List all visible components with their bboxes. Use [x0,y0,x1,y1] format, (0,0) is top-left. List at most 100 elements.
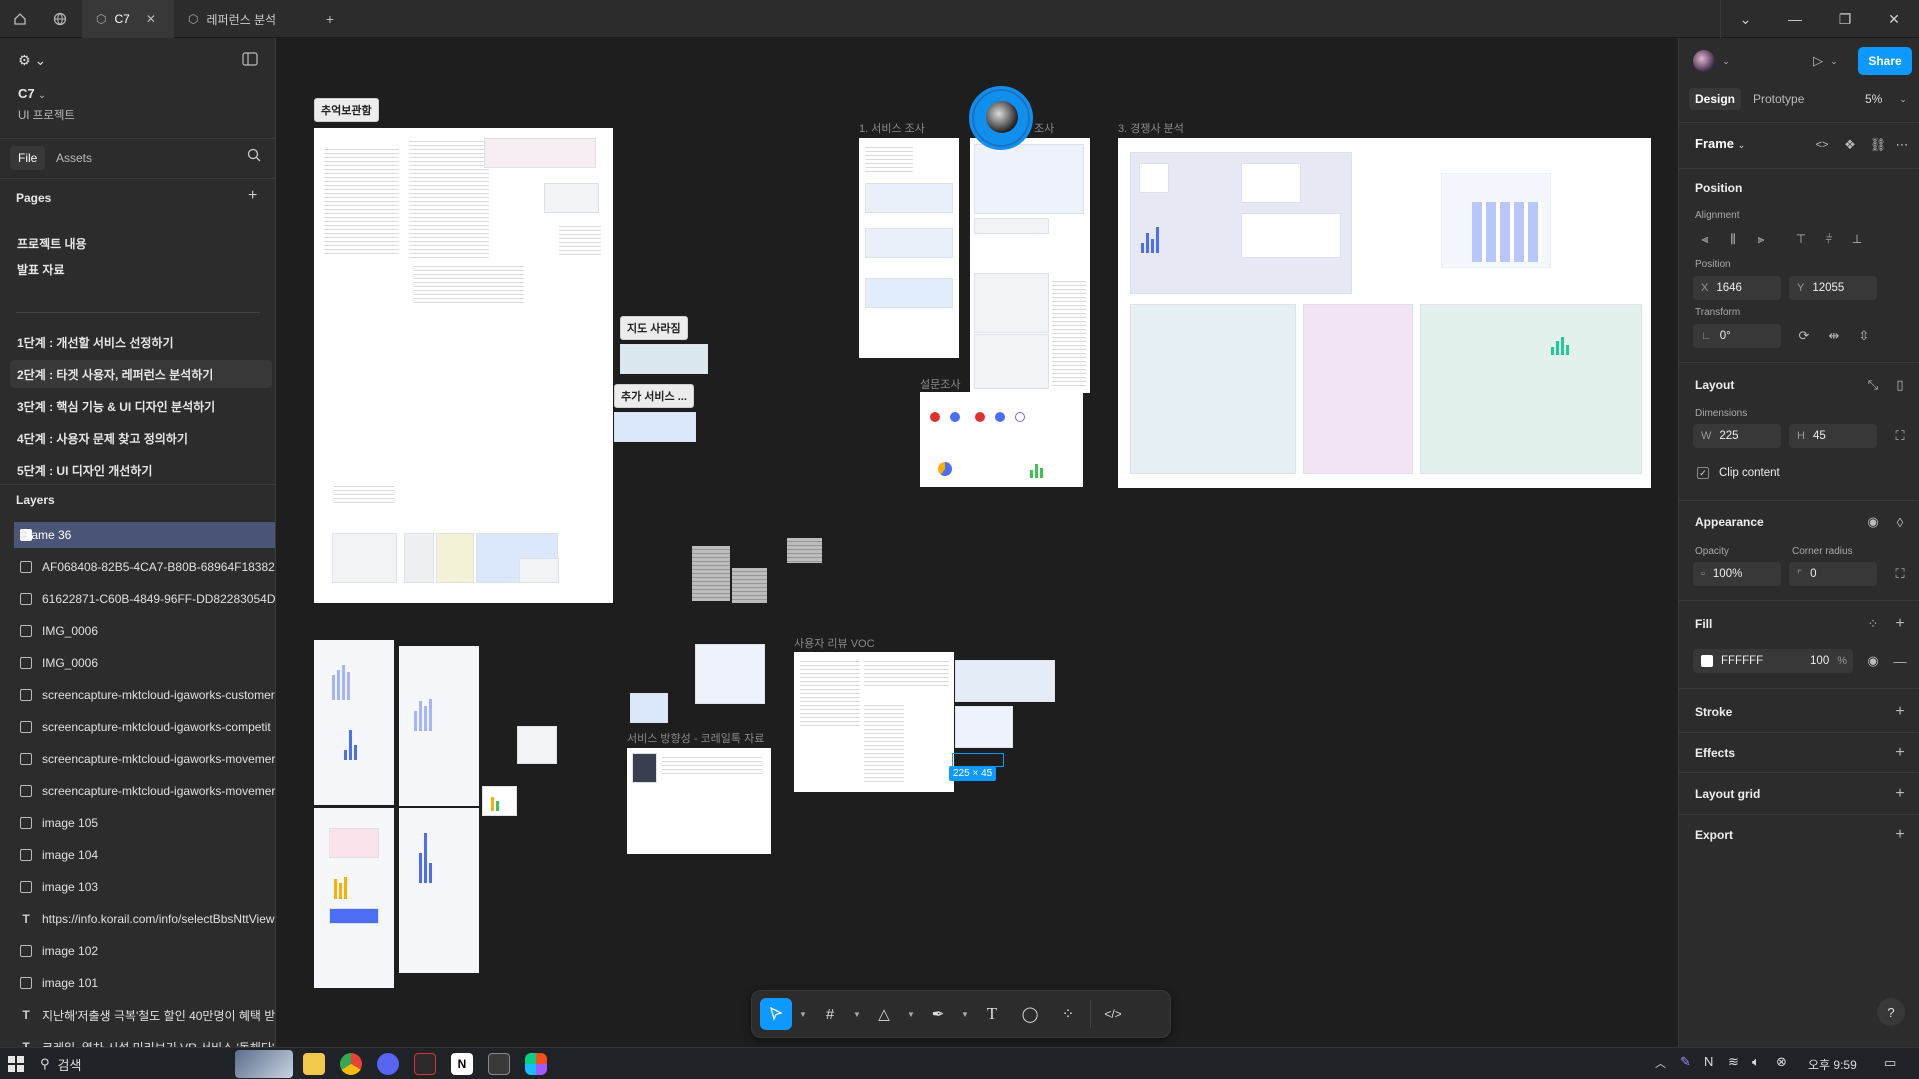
notion-tray-icon[interactable]: N [1704,1054,1713,1069]
collaborator-avatar[interactable] [969,86,1033,150]
wifi-icon[interactable]: ≋ [1728,1054,1739,1070]
layout-options-icon[interactable]: ▯ [1891,376,1909,394]
corner-radius-input[interactable]: ⌜ 0 [1789,562,1877,586]
independent-corners-icon[interactable]: ⛶ [1891,565,1909,583]
share-button[interactable]: Share [1858,47,1912,75]
tab-c7[interactable]: ⬡ C7 ✕ [82,0,174,38]
chart-frame[interactable] [399,808,479,973]
user-review-frame[interactable] [794,652,954,792]
research-frame-2[interactable] [970,138,1090,393]
home-icon[interactable] [10,9,30,29]
tab-assets[interactable]: Assets [56,151,92,165]
rotation-input[interactable]: ∟ 0° [1693,324,1781,348]
clip-content-checkbox[interactable]: ✓ [1697,467,1709,479]
competitor-frame[interactable] [1118,138,1651,488]
move-tool-icon[interactable] [760,998,792,1030]
sticker-memory[interactable]: 추억보관함 [314,98,379,122]
layer-item[interactable]: T코레일, 열차 시설 미리보기 VR 서비스 '돌해다' [14,1034,275,1048]
flip-vertical-icon[interactable]: ⇳ [1855,327,1873,345]
text-tool-icon[interactable]: T [976,998,1008,1030]
align-top-icon[interactable]: ⊤ [1789,228,1813,250]
align-center-icon[interactable]: ⫼ [1721,228,1745,250]
component-icon[interactable]: ❖ [1841,136,1859,154]
status-icon[interactable]: ⊗ [1776,1054,1787,1070]
comment-tool-icon[interactable]: ◯ [1014,998,1046,1030]
align-right-icon[interactable]: ⫸ [1749,228,1773,250]
add-stroke-icon[interactable]: + [1891,703,1909,721]
fill-swatch[interactable] [1701,655,1713,667]
frame-type-label[interactable]: Frame ⌄ [1695,136,1745,151]
sticker-map[interactable]: 지도 사라짐 [620,316,688,340]
chart-frame[interactable] [314,640,394,805]
tab-file[interactable]: File [10,146,46,170]
globe-icon[interactable] [50,9,70,29]
chevron-down-icon[interactable]: ▼ [906,1010,916,1019]
pen-tool-icon[interactable]: ✒ [922,998,954,1030]
page-item[interactable]: 5단계 : UI 디자인 개선하기 [10,456,272,484]
windows-start-icon[interactable] [8,1056,24,1072]
add-effect-icon[interactable]: + [1891,744,1909,762]
more-icon[interactable]: ⋯ [1893,136,1911,154]
file-name[interactable]: C7 ⌄ [18,86,46,101]
resize-icon[interactable]: ⛶ [1891,427,1909,445]
eye-icon[interactable]: ◉ [1864,652,1882,670]
eye-icon[interactable]: ◉ [1864,513,1882,531]
height-input[interactable]: H 45 [1789,424,1877,448]
layer-item[interactable]: screencapture-mktcloud-igaworks-movemer [14,746,275,772]
layer-item[interactable]: image 101 [14,970,275,996]
layer-item[interactable]: screencapture-mktcloud-igaworks-customer [14,682,275,708]
layer-item[interactable]: image 102 [14,938,275,964]
zoom-level[interactable]: 5% [1865,92,1882,106]
memory-frame[interactable] [314,128,613,603]
new-tab-icon[interactable]: + [320,9,340,29]
notification-icon[interactable]: ▭ [1884,1055,1896,1071]
selection-box[interactable] [952,753,1004,767]
rotate-icon[interactable]: ⟳ [1795,327,1813,345]
close-icon[interactable]: ✕ [146,12,156,26]
page-item[interactable]: 4단계 : 사용자 문제 찾고 정의하기 [10,424,272,452]
restore-icon[interactable]: ❐ [1820,0,1870,38]
chevron-down-icon[interactable]: ⌄ [1717,52,1735,70]
discord-icon[interactable] [377,1053,399,1075]
chrome-icon[interactable] [340,1053,362,1075]
layer-item[interactable]: IMG_0006 [14,618,275,644]
window-app-icon[interactable] [488,1053,510,1075]
align-middle-icon[interactable]: ⫩ [1817,228,1841,250]
page-item[interactable]: 발표 자료 [10,255,272,283]
notion-icon[interactable]: N [451,1053,473,1075]
pen-tray-icon[interactable]: ✎ [1680,1054,1691,1070]
layer-item[interactable]: screencapture-mktcloud-igaworks-competit [14,714,275,740]
y-input[interactable]: Y 12055 [1789,276,1877,300]
page-item[interactable]: 프로젝트 내용 [10,229,272,257]
tray-chevron-icon[interactable]: ︿ [1655,1055,1666,1071]
service-direction-frame[interactable] [627,748,771,854]
opacity-input[interactable]: ▫ 100% [1693,562,1781,586]
layer-item[interactable]: screencapture-mktcloud-igaworks-movemer [14,778,275,804]
add-export-icon[interactable]: + [1891,826,1909,844]
dev-mode-icon[interactable]: </> [1097,998,1129,1030]
page-item[interactable]: 1단계 : 개선할 서비스 선정하기 [10,328,272,356]
chevron-down-icon[interactable]: ▼ [960,1010,970,1019]
chevron-down-icon[interactable]: ⌄ [1825,52,1843,70]
page-item-selected[interactable]: 2단계 : 타겟 사용자, 레퍼런스 분석하기 [10,360,272,388]
layer-item[interactable]: image 105 [14,810,275,836]
add-page-icon[interactable]: + [248,187,257,205]
frame-tool-icon[interactable]: # [814,998,846,1030]
layer-item[interactable]: 61622871-C60B-4849-96FF-DD82283054D [14,586,275,612]
tab-design[interactable]: Design [1689,88,1742,110]
help-icon[interactable]: ? [1877,998,1905,1026]
canvas[interactable]: 추억보관함 지도 사라짐 추가 서비스 ... 1. 서비스 조사 조사 설문조… [277,38,1677,1047]
layer-item[interactable]: image 104 [14,842,275,868]
chart-frame[interactable] [314,808,394,988]
tab-reference[interactable]: ⬡ 레퍼런스 분석 [174,0,314,38]
window-close-icon[interactable]: ✕ [1869,0,1919,38]
layer-item-selected[interactable]: # Frame 36 [14,522,275,548]
clock[interactable]: 오후 9:59 [1808,1056,1857,1073]
avatar[interactable] [1693,50,1715,72]
actions-icon[interactable]: ⁘ [1052,998,1084,1030]
volume-icon[interactable]: 🔈︎ [1752,1054,1760,1070]
layer-item[interactable]: AF068408-82B5-4CA7-B80B-68964F18382 [14,554,275,580]
width-input[interactable]: W 225 [1693,424,1781,448]
fill-input[interactable]: FFFFFF 100 % [1693,649,1853,673]
layer-item[interactable]: T 지난해'저출생 극복'철도 할인 40만명이 혜택 받았다 [14,1002,275,1028]
